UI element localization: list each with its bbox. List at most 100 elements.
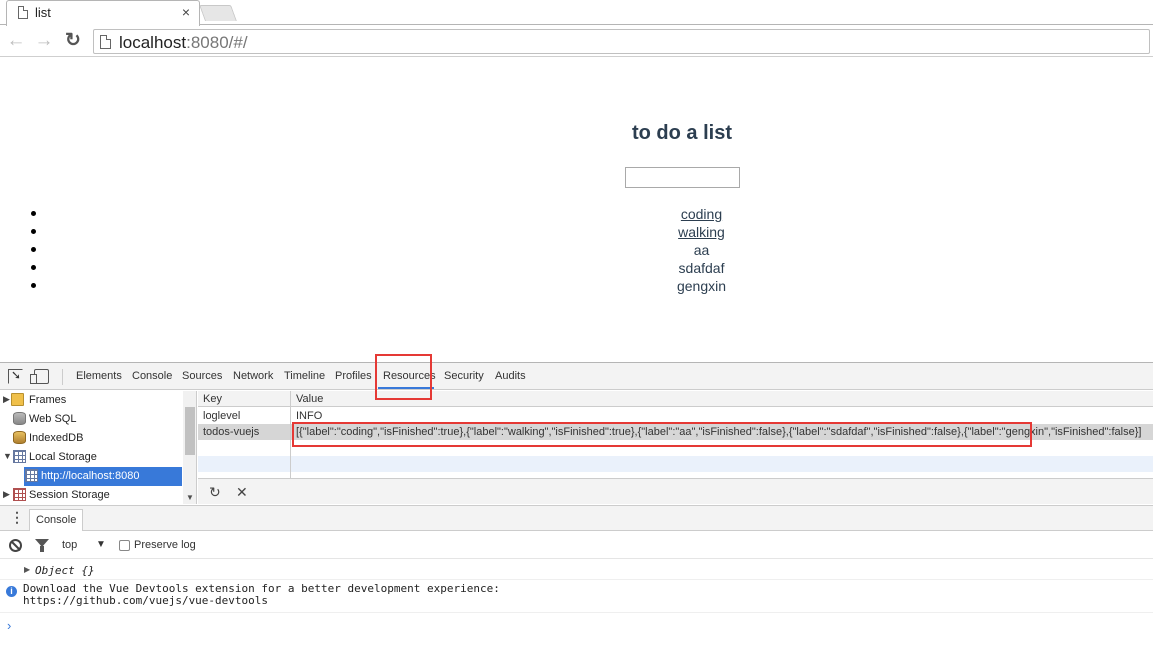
todo-input[interactable] bbox=[625, 167, 740, 188]
sidebar-item-indexeddb[interactable]: IndexedDB bbox=[0, 429, 182, 448]
tab-resources[interactable]: Resources bbox=[383, 370, 436, 382]
todo-label[interactable]: gengxin bbox=[0, 278, 1153, 294]
tab-strip: list × bbox=[0, 0, 1153, 26]
table-row[interactable]: todos-vuejs [{"label":"coding","isFinish… bbox=[198, 424, 1153, 440]
console-object[interactable]: Object {} bbox=[35, 564, 95, 577]
active-tab-indicator bbox=[378, 387, 434, 389]
sidebar-item-label: Session Storage bbox=[29, 489, 110, 501]
device-mode-icon[interactable] bbox=[30, 369, 49, 384]
tab-security[interactable]: Security bbox=[444, 370, 484, 382]
expand-arrow-icon[interactable]: ▶ bbox=[3, 394, 10, 405]
grid-icon bbox=[13, 450, 26, 463]
sidebar-item-session-storage[interactable]: ▶ Session Storage bbox=[0, 486, 182, 504]
column-header-key[interactable]: Key bbox=[203, 393, 288, 405]
page-content: to do a list coding walking aa sdafdaf g… bbox=[0, 58, 1153, 362]
devtools-panel: Elements Console Sources Network Timelin… bbox=[0, 354, 1153, 650]
expand-arrow-icon[interactable]: ▶ bbox=[3, 489, 10, 500]
browser-toolbar: ← → ↻ localhost:8080/#/ bbox=[0, 26, 1153, 57]
tab-network[interactable]: Network bbox=[233, 370, 273, 382]
todo-item[interactable]: walking bbox=[0, 223, 1153, 241]
todo-label[interactable]: sdafdaf bbox=[0, 260, 1153, 276]
console-message-text: Download the Vue Devtools extension for … bbox=[23, 582, 500, 607]
preserve-log-label[interactable]: Preserve log bbox=[134, 539, 196, 551]
tab-audits[interactable]: Audits bbox=[495, 370, 526, 382]
sidebar-scrollbar[interactable]: ▼ bbox=[183, 391, 196, 504]
storage-table: Key Value loglevel INFO todos-vuejs [{"l… bbox=[198, 391, 1153, 478]
cell-key: todos-vuejs bbox=[203, 426, 260, 438]
todo-label[interactable]: walking bbox=[0, 224, 1153, 240]
delete-icon[interactable]: ✕ bbox=[236, 484, 248, 501]
console-message: i Download the Vue Devtools extension fo… bbox=[0, 581, 1153, 613]
todo-list: coding walking aa sdafdaf gengxin bbox=[0, 205, 1153, 295]
devtools-tab-bar: Elements Console Sources Network Timelin… bbox=[0, 363, 1153, 390]
sidebar-item-label: Local Storage bbox=[29, 451, 97, 463]
reload-icon[interactable]: ↻ bbox=[62, 30, 84, 52]
context-selector[interactable]: top bbox=[62, 539, 77, 551]
scrollbar-thumb[interactable] bbox=[185, 407, 195, 455]
sidebar-item-web-sql[interactable]: Web SQL bbox=[0, 410, 182, 429]
clear-console-icon[interactable] bbox=[9, 539, 22, 552]
preserve-log-checkbox[interactable] bbox=[119, 540, 130, 551]
scroll-down-icon[interactable]: ▼ bbox=[186, 493, 194, 502]
sidebar-item-label: http://localhost:8080 bbox=[41, 470, 140, 482]
resources-sidebar: ▶ Frames Web SQL IndexedDB ▼ Local Stora… bbox=[0, 391, 197, 504]
todo-item[interactable]: sdafdaf bbox=[0, 259, 1153, 277]
sidebar-item-label: IndexedDB bbox=[29, 432, 84, 444]
drawer-tab-console[interactable]: Console bbox=[29, 509, 84, 531]
refresh-icon[interactable]: ↻ bbox=[209, 484, 221, 501]
column-divider[interactable] bbox=[290, 391, 291, 478]
url-text[interactable]: localhost:8080/#/ bbox=[119, 33, 248, 53]
back-arrow-icon[interactable]: ← bbox=[5, 30, 27, 52]
grid-icon bbox=[13, 488, 26, 501]
tab-sources[interactable]: Sources bbox=[182, 370, 222, 382]
sidebar-item-frames[interactable]: ▶ Frames bbox=[0, 391, 182, 410]
tab-console[interactable]: Console bbox=[132, 370, 172, 382]
tab-title: list bbox=[35, 5, 51, 20]
table-row-empty bbox=[198, 456, 1153, 472]
sidebar-item-label: Frames bbox=[29, 394, 67, 406]
column-header-value[interactable]: Value bbox=[296, 393, 323, 405]
folder-icon bbox=[11, 393, 24, 406]
divider bbox=[62, 369, 63, 385]
console-message[interactable]: ▶ Object {} bbox=[0, 560, 1153, 580]
address-bar[interactable]: localhost:8080/#/ bbox=[93, 29, 1150, 54]
console-toolbar: top ▼ Preserve log bbox=[0, 532, 1153, 559]
grid-icon bbox=[25, 469, 38, 482]
forward-arrow-icon[interactable]: → bbox=[33, 30, 55, 52]
database-icon bbox=[13, 431, 26, 444]
cell-value: INFO bbox=[296, 410, 323, 422]
page-icon bbox=[100, 35, 111, 49]
sidebar-item-localhost[interactable]: http://localhost:8080 bbox=[24, 467, 182, 486]
info-icon: i bbox=[6, 586, 17, 597]
todo-item[interactable]: coding bbox=[0, 205, 1153, 223]
new-tab-button[interactable] bbox=[199, 5, 237, 21]
storage-footer: ↻ ✕ bbox=[198, 478, 1153, 504]
todo-item[interactable]: aa bbox=[0, 241, 1153, 259]
chevron-down-icon[interactable]: ▼ bbox=[96, 539, 106, 550]
expand-arrow-icon[interactable]: ▶ bbox=[24, 565, 30, 574]
cell-key: loglevel bbox=[203, 410, 241, 422]
collapse-arrow-icon[interactable]: ▼ bbox=[3, 451, 12, 461]
tab-timeline[interactable]: Timeline bbox=[284, 370, 325, 382]
console-output: ▶ Object {} i Download the Vue Devtools … bbox=[0, 560, 1153, 650]
console-prompt[interactable]: › bbox=[7, 618, 11, 633]
table-row-empty bbox=[198, 440, 1153, 456]
cell-value: [{"label":"coding","isFinished":true},{"… bbox=[296, 426, 1142, 438]
sidebar-item-label: Web SQL bbox=[29, 413, 77, 425]
filter-icon[interactable] bbox=[35, 539, 49, 552]
page-title: to do a list bbox=[632, 122, 732, 144]
todo-item[interactable]: gengxin bbox=[0, 277, 1153, 295]
sidebar-item-local-storage[interactable]: ▼ Local Storage bbox=[0, 448, 182, 467]
database-icon bbox=[13, 412, 26, 425]
more-vertical-icon[interactable]: ⋮ bbox=[10, 510, 24, 524]
todo-label[interactable]: aa bbox=[0, 242, 1153, 258]
browser-tab[interactable]: list × bbox=[6, 0, 200, 26]
table-header: Key Value bbox=[198, 391, 1153, 407]
close-icon[interactable]: × bbox=[182, 4, 190, 20]
inspect-element-icon[interactable] bbox=[8, 368, 23, 384]
todo-label[interactable]: coding bbox=[0, 206, 1153, 222]
table-row[interactable]: loglevel INFO bbox=[198, 408, 1153, 424]
drawer-tab-bar: ⋮ Console bbox=[0, 505, 1153, 531]
tab-profiles[interactable]: Profiles bbox=[335, 370, 372, 382]
tab-elements[interactable]: Elements bbox=[76, 370, 122, 382]
